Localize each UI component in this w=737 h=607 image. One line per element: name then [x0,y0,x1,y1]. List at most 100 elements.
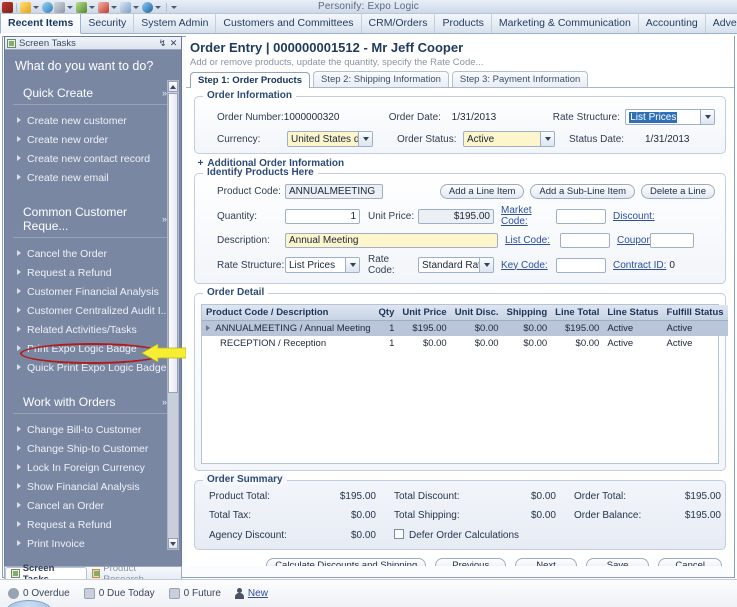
checkbox-box[interactable] [394,529,404,539]
cancel-button[interactable]: Cancel [658,558,722,566]
col-line-status[interactable]: Line Status [603,305,663,321]
menu-tab-accounting[interactable]: Accounting [639,14,706,33]
save-button[interactable]: Save [585,558,650,566]
defer-order-calculations-checkbox[interactable]: Defer Order Calculations [376,529,721,541]
menu-tab-system-admin[interactable]: System Admin [134,14,217,33]
coupon-link[interactable]: Coupon: [610,235,655,246]
cell-qty: 1 [374,320,399,336]
tab-step-2-shipping-information[interactable]: Step 2: Shipping Information [313,71,449,87]
order-status-combo[interactable]: Active [463,131,555,147]
rate-structure-combo[interactable]: List Prices [625,109,715,125]
task-item-create-new-customer[interactable]: Create new customer [5,111,183,130]
line-rate-structure-combo[interactable]: List Prices [285,257,360,273]
task-item-quick-print-expo-logic-badge[interactable]: Quick Print Expo Logic Badge [5,358,183,377]
chevron-down-icon[interactable] [700,110,714,124]
key-code-input[interactable] [556,257,606,273]
currency-value: United States d [291,133,358,145]
chevron-down-icon[interactable] [479,258,493,272]
task-item-change-bill-to-customer[interactable]: Change Bill-to Customer [5,420,183,439]
task-item-create-new-order[interactable]: Create new order [5,130,183,149]
next-button[interactable]: Next [515,558,577,566]
key-code-link[interactable]: Key Code: [494,260,556,271]
task-item-cancel-an-order[interactable]: Cancel an Order [5,496,183,515]
identify-products-legend: Identify Products Here [203,167,318,178]
discount-link[interactable]: Discount: [606,211,655,222]
order-total-label: Order Total: [574,491,627,502]
screen-tasks-scrollbar[interactable] [167,80,179,550]
chevron-down-icon[interactable] [358,132,372,146]
scroll-down-button[interactable] [168,538,178,549]
pin-icon[interactable]: ↯ [157,38,168,49]
menu-tab-security[interactable]: Security [81,14,135,33]
coupon-input[interactable] [650,233,694,248]
scrollbar-thumb[interactable] [168,93,178,393]
cell-unit-disc: $0.00 [474,338,499,349]
scroll-up-button[interactable] [168,81,178,92]
description-input[interactable]: Annual Meeting [285,233,498,248]
menu-tab-products[interactable]: Products [435,14,492,33]
task-item-show-financial-analysis[interactable]: Show Financial Analysis [5,477,183,496]
col-fulfill-status[interactable]: Fulfill Status [662,305,728,321]
group-header-common-customer-requests[interactable]: Common Customer Reque... » [13,199,175,238]
task-item-print-expo-logic-badge[interactable]: Print Expo Logic Badge [5,339,183,358]
list-code-link[interactable]: List Code: [498,235,560,246]
status-overdue[interactable]: 0 Overdue [8,588,70,599]
tab-step-3-payment-information[interactable]: Step 3: Payment Information [451,71,589,87]
rate-code-combo[interactable]: Standard Rate [418,257,494,273]
market-code-link[interactable]: Market Code: [494,205,556,227]
product-code-input[interactable]: ANNUALMEETING [285,184,383,199]
table-row[interactable]: ANNUALMEETING / Annual Meeting 1 $195.00… [202,320,728,336]
col-qty[interactable]: Qty [374,305,399,321]
market-code-input[interactable] [556,208,606,224]
task-item-related-activities-tasks[interactable]: Related Activities/Tasks [5,320,183,339]
task-item-request-a-refund-orders[interactable]: Request a Refund [5,515,183,534]
contract-id-link[interactable]: Contract ID: [606,260,666,271]
task-item-create-new-email[interactable]: Create new email [5,168,183,187]
table-row[interactable]: RECEPTION / Reception 1 $0.00 $0.00 $0.0… [202,336,728,351]
add-a-sub-line-item-button[interactable]: Add a Sub-Line Item [530,184,636,199]
calculate-discounts-and-shipping-button[interactable]: Calculate Discounts and Shipping [266,558,427,566]
status-new-label[interactable]: New [248,588,268,599]
contract-id-input[interactable]: 0 [666,258,710,273]
menu-tab-recent-items[interactable]: Recent Items [0,14,82,34]
tab-step-1-order-products[interactable]: Step 1: Order Products [190,72,310,88]
group-header-quick-create[interactable]: Quick Create » [13,80,175,105]
task-item-customer-centralized-audit[interactable]: Customer Centralized Audit I... [5,301,183,320]
col-unit-disc[interactable]: Unit Disc. [450,305,503,321]
col-unit-price[interactable]: Unit Price [398,305,451,321]
menu-tab-crm-orders[interactable]: CRM/Orders [362,14,436,33]
previous-button[interactable]: Previous [435,558,507,566]
task-list-work-with-orders: Change Bill-to Customer Change Ship-to C… [5,414,183,550]
status-new[interactable]: New [234,588,268,599]
task-item-customer-financial-analysis[interactable]: Customer Financial Analysis [5,282,183,301]
col-line-total[interactable]: Line Total [551,305,604,321]
total-tax-value: $0.00 [350,510,376,521]
task-item-request-a-refund[interactable]: Request a Refund [5,263,183,282]
row-expander-icon[interactable] [206,325,210,331]
status-future[interactable]: 0 Future [168,588,221,599]
group-header-work-with-orders[interactable]: Work with Orders » [13,389,175,414]
task-item-change-ship-to-customer[interactable]: Change Ship-to Customer [5,439,183,458]
status-due-today[interactable]: 0 Due Today [83,588,155,599]
add-a-line-item-button[interactable]: Add a Line Item [439,184,525,199]
task-item-create-new-contact-record[interactable]: Create new contact record [5,149,183,168]
order-detail-grid[interactable]: Product Code / Description Qty Unit Pric… [201,304,728,464]
delete-a-line-button[interactable]: Delete a Line [641,184,715,199]
menu-tab-customers-and-committees[interactable]: Customers and Committees [216,14,362,33]
cell-shipping: $0.00 [502,320,552,336]
list-code-input[interactable] [560,233,610,248]
close-icon[interactable]: ✕ [168,38,179,49]
task-item-cancel-the-order[interactable]: Cancel the Order [5,244,183,263]
chevron-down-icon[interactable] [345,258,359,272]
chevron-down-icon[interactable] [540,132,554,146]
quantity-input[interactable]: 1 [285,208,360,224]
order-detail-legend: Order Detail [203,287,269,298]
task-item-print-invoice[interactable]: Print Invoice [5,534,183,550]
rate-code-label: Rate Code: [368,254,395,276]
menu-tab-marketing-communication[interactable]: Marketing & Communication [492,14,639,33]
menu-tab-advertising[interactable]: Advertising [706,14,737,33]
currency-combo[interactable]: United States d [287,131,373,147]
task-item-lock-in-foreign-currency[interactable]: Lock In Foreign Currency [5,458,183,477]
col-product-code-description[interactable]: Product Code / Description [202,305,375,321]
col-shipping[interactable]: Shipping [502,305,552,321]
